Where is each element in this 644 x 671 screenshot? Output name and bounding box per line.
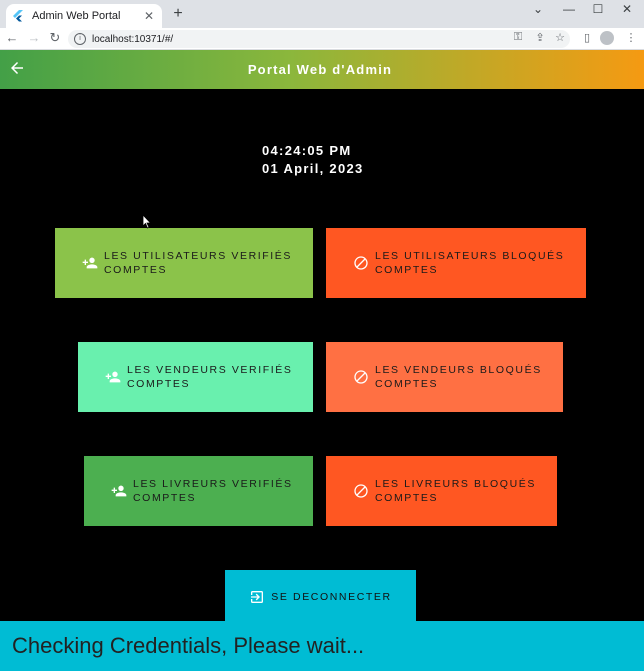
maximize-button[interactable]: ☐ [588,2,608,16]
tab-search-icon[interactable]: ⌄ [528,2,548,16]
clock-time: 04:24:05 PM [262,143,352,158]
url-text: localhost:10371/#/ [92,33,174,45]
blocked-sellers-button[interactable]: Les vendeurs bloqués comptes [326,342,563,412]
key-icon[interactable]: ⚿ [511,31,525,44]
browser-toolbar: ← → ↻ i localhost:10371/#/ ⚿ ⇪ ☆ ▯ ⋮ [0,28,644,50]
share-icon[interactable]: ⇪ [533,31,547,44]
flutter-favicon-icon [13,10,23,22]
status-snackbar: Checking Credentials, Please wait... [0,621,644,671]
block-icon [354,370,368,384]
site-info-icon[interactable]: i [74,33,86,45]
clock-date: 01 April, 2023 [262,161,364,176]
logout-label: SE DECONNECTER [271,591,392,603]
button-label: Les vendeurs verifiés comptes [127,364,293,390]
browser-tab[interactable]: Admin Web Portal ✕ [6,4,162,28]
person-add-icon [105,371,121,383]
side-panel-icon[interactable]: ▯ [580,31,594,44]
button-label: Les utilisateurs verifiés comptes [104,250,293,276]
verified-sellers-button[interactable]: Les vendeurs verifiés comptes [78,342,313,412]
minimize-button[interactable]: — [559,2,579,16]
button-label: Les utilisateurs bloqués comptes [375,250,565,276]
person-add-icon [82,257,98,269]
block-icon [354,484,368,498]
bookmark-star-icon[interactable]: ☆ [553,31,567,44]
verified-users-button[interactable]: Les utilisateurs verifiés comptes [55,228,313,298]
browser-forward-icon[interactable]: → [26,30,42,45]
app-title: Portal Web d'Admin [247,62,393,77]
browser-tab-bar: Admin Web Portal ✕ + ⌄ — ☐ ✕ [0,0,644,28]
tab-title: Admin Web Portal [32,10,121,22]
blocked-users-button[interactable]: Les utilisateurs bloqués comptes [326,228,586,298]
verified-deliverers-button[interactable]: Les livreurs verifiés comptes [84,456,313,526]
new-tab-button[interactable]: + [170,5,186,23]
logout-button[interactable]: SE DECONNECTER [225,570,416,624]
menu-kebab-icon[interactable]: ⋮ [624,31,638,44]
person-add-icon [111,485,127,497]
app-bar: Portal Web d'Admin [0,50,644,89]
logout-icon [251,591,264,603]
clock: 04:24:05 PM 01 April, 2023 [262,142,364,178]
browser-back-icon[interactable]: ← [4,30,20,45]
address-bar[interactable]: i localhost:10371/#/ [68,30,570,48]
button-label: Les livreurs verifiés comptes [133,478,293,504]
snackbar-text: Checking Credentials, Please wait... [12,633,365,658]
profile-avatar-icon[interactable] [600,31,614,45]
blocked-deliverers-button[interactable]: Les livreurs bloqués comptes [326,456,557,526]
block-icon [354,256,368,270]
mouse-cursor-icon [142,214,152,229]
button-label: Les livreurs bloqués comptes [375,478,536,504]
reload-icon[interactable]: ↻ [47,30,63,46]
tab-close-icon[interactable]: ✕ [142,9,156,23]
button-label: Les vendeurs bloqués comptes [375,364,542,390]
close-window-button[interactable]: ✕ [617,2,637,16]
